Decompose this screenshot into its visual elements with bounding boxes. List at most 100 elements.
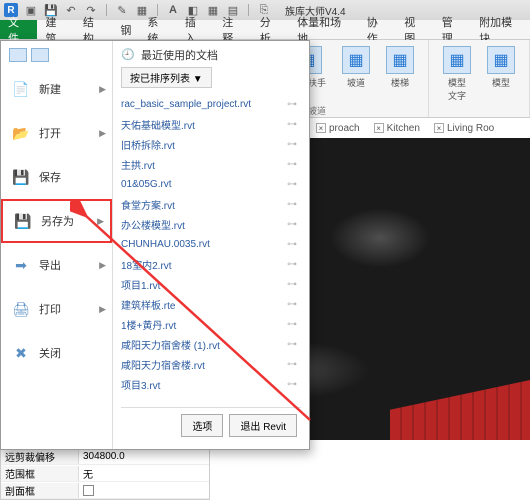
close-icon: ✖ [11,344,31,362]
property-value[interactable]: 304800.0 [79,451,209,462]
pin-icon[interactable]: ⊶ [287,279,297,290]
recent-file-item[interactable]: 01&05G.rvt ⊶ [121,174,301,194]
tab-文件[interactable]: 文件 [0,20,37,39]
recent-file-item[interactable]: 项目1.rvt⊶ [121,274,301,294]
save-icon: 💾 [11,168,31,186]
options-button[interactable]: 选项 [181,414,223,437]
ribbon-btn[interactable]: ▦ 坡道 [336,44,376,104]
tab-体量和场地[interactable]: 体量和场地 [289,20,359,39]
pin-icon[interactable]: ⊶ [287,219,297,230]
file-menu-print[interactable]: 🖨打印▶ [1,287,112,331]
chevron-right-icon: ▶ [99,128,106,139]
pin-icon[interactable]: ⊶ [287,379,297,390]
ribbon-btn[interactable]: ▦模型 文字 [437,44,477,104]
file-menu-label: 打开 [39,125,61,141]
close-icon[interactable]: × [434,123,444,133]
ribbon-group: ▦模型 文字▦模型 [429,40,530,117]
pin-icon[interactable]: ⊶ [287,299,297,310]
recent-file-name: 咸阳天力宿舍楼.rvt [121,357,205,372]
ribbon-btn-label: 楼梯 [391,76,409,89]
recent-file-item[interactable]: 咸阳天力宿舍楼.rvt ⊶ [121,354,301,374]
recent-file-name: 办公楼模型.rvt [121,217,185,232]
close-icon[interactable]: × [316,123,326,133]
chevron-right-icon: ▶ [99,260,106,271]
file-menu-new[interactable]: 📄新建▶ [1,67,112,111]
doc-icon [31,48,49,62]
file-menu-label: 关闭 [39,345,61,361]
ribbon-tabs: 文件建筑结构钢系统插入注释分析体量和场地协作视图管理附加模块 [0,20,530,40]
qat-icon[interactable]: ▦ [206,3,220,17]
file-menu-saveas[interactable]: 💾另存为▶ [1,199,112,243]
ribbon-btn[interactable]: ▦楼梯 [380,44,420,104]
property-row: 剖面框 [1,482,209,499]
tab-协作[interactable]: 协作 [359,20,396,39]
recent-file-item[interactable]: CHUNHAU.0035.rvt ⊶ [121,234,301,254]
ribbon-icon: ▦ [342,46,370,74]
tab-管理[interactable]: 管理 [434,20,471,39]
pin-icon[interactable]: ⊶ [287,119,297,130]
recent-file-name: rac_basic_sample_project.rvt [121,99,251,110]
recent-file-name: CHUNHAU.0035.rvt [121,239,210,250]
ribbon-btn-label: 模型 文字 [448,76,466,102]
file-menu-label: 另存为 [41,213,74,229]
checkbox[interactable] [83,485,94,496]
recent-file-name: 01&05G.rvt [121,179,172,190]
recent-file-item[interactable]: 办公楼模型.rvt ⊶ [121,214,301,234]
recent-file-item[interactable]: 项目3.rvt⊶ [121,374,301,394]
property-label: 剖面框 [1,483,79,498]
chevron-right-icon: ▶ [99,84,106,95]
recent-file-item[interactable]: 18室内2.rvt⊶ [121,254,301,274]
tab-注释[interactable]: 注释 [214,20,251,39]
recent-file-item[interactable]: 1楼+黄丹.rvt⊶ [121,314,301,334]
recent-file-name: 旧桥拆除.rvt [121,137,175,152]
tab-插入[interactable]: 插入 [177,20,214,39]
sort-dropdown[interactable]: 按已排序列表 ▼ [121,67,212,88]
pin-icon[interactable]: ⊶ [287,239,297,250]
tab-附加模块[interactable]: 附加模块 [471,20,530,39]
recent-file-item[interactable]: 建筑样板.rte⊶ [121,294,301,314]
property-label: 范围框 [1,466,79,481]
pin-icon[interactable]: ⊶ [287,339,297,350]
file-menu-save[interactable]: 💾保存 [1,155,112,199]
file-menu-close[interactable]: ✖ 关闭 [1,331,112,375]
file-menu: 📄新建▶📂打开▶💾保存💾另存为▶➡导出▶🖨打印▶✖关闭 🕘 最近使用的文档 按已… [0,40,310,450]
tab-视图[interactable]: 视图 [396,20,433,39]
view-tab[interactable]: ×Living Roo [428,121,500,136]
tab-钢[interactable]: 钢 [112,20,139,39]
tab-建筑[interactable]: 建筑 [37,20,74,39]
file-menu-sidebar: 📄新建▶📂打开▶💾保存💾另存为▶➡导出▶🖨打印▶✖关闭 [1,41,113,449]
tab-分析[interactable]: 分析 [252,20,289,39]
exit-button[interactable]: 退出 Revit [229,414,297,437]
tab-系统[interactable]: 系统 [139,20,176,39]
recent-file-item[interactable]: 主拱.rvt⊶ [121,154,301,174]
recent-file-item[interactable]: rac_basic_sample_project.rvt ⊶ [121,94,301,114]
saveas-icon: 💾 [13,212,33,230]
pin-icon[interactable]: ⊶ [287,139,297,150]
ribbon-btn-label: 坡道 [347,76,365,89]
file-menu-export[interactable]: ➡导出▶ [1,243,112,287]
recent-file-item[interactable]: 咸阳天力宿舍楼 (1).rvt⊶ [121,334,301,354]
view-tab-label: proach [329,123,360,134]
qat-icon[interactable]: ✎ [115,3,129,17]
file-menu-label: 打印 [39,301,61,317]
recent-file-item[interactable]: 食堂方案.rvt⊶ [121,194,301,214]
file-menu-label: 导出 [39,257,61,273]
pin-icon[interactable]: ⊶ [287,179,297,190]
view-tab[interactable]: ×Kitchen [368,121,426,136]
recent-file-item[interactable]: 天佑基础模型.rvt⊶ [121,114,301,134]
tab-结构[interactable]: 结构 [75,20,112,39]
ribbon-btn[interactable]: ▦模型 [481,44,521,104]
property-value[interactable]: 无 [79,466,209,481]
pin-icon[interactable]: ⊶ [287,199,297,210]
pin-icon[interactable]: ⊶ [287,159,297,170]
view-tab[interactable]: ×proach [310,121,366,136]
close-icon[interactable]: × [374,123,384,133]
pin-icon[interactable]: ⊶ [287,259,297,270]
pin-icon[interactable]: ⊶ [287,99,297,110]
file-menu-label: 新建 [39,81,61,97]
file-menu-open[interactable]: 📂打开▶ [1,111,112,155]
pin-icon[interactable]: ⊶ [287,359,297,370]
property-value[interactable] [79,485,209,496]
recent-file-item[interactable]: 旧桥拆除.rvt ⊶ [121,134,301,154]
pin-icon[interactable]: ⊶ [287,319,297,330]
